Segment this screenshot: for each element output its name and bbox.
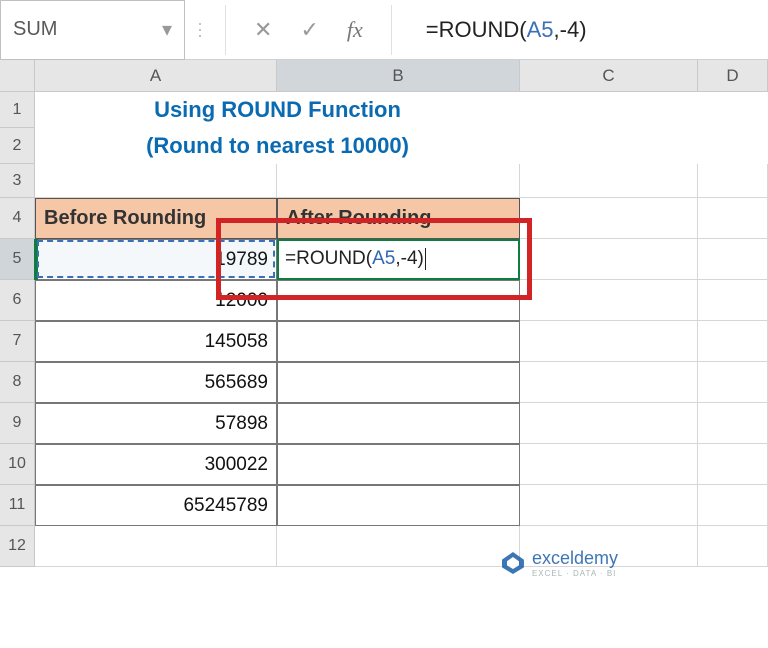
cell-D5[interactable]	[698, 239, 768, 280]
chevron-down-icon[interactable]: ▾	[162, 17, 172, 42]
cell-A10[interactable]: 300022	[35, 444, 277, 485]
cell-A8[interactable]: 565689	[35, 362, 277, 403]
column-header-C[interactable]: C	[520, 60, 698, 91]
row-header-2[interactable]: 2	[0, 128, 35, 164]
text-cursor	[425, 248, 426, 270]
divider	[391, 5, 392, 55]
row-11: 11 65245789	[0, 485, 768, 526]
cell-D11[interactable]	[698, 485, 768, 526]
formula-bar-buttons: ✕ ✓ fx	[236, 17, 381, 43]
row-6: 6 12000	[0, 280, 768, 321]
row-10: 10 300022	[0, 444, 768, 485]
formula-bar: SUM ▾ ✕ ✓ fx =ROUND(A5,-4)	[0, 0, 768, 60]
cell-C5[interactable]	[520, 239, 698, 280]
cell-C1[interactable]	[520, 92, 698, 128]
row-8: 8 565689	[0, 362, 768, 403]
watermark-sub: EXCEL · DATA · BI	[532, 569, 618, 578]
cell-B10[interactable]	[277, 444, 520, 485]
cell-A12[interactable]	[35, 526, 277, 567]
cell-B9[interactable]	[277, 403, 520, 444]
row-header-6[interactable]: 6	[0, 280, 35, 321]
cell-D1[interactable]	[698, 92, 768, 128]
cell-A7[interactable]: 145058	[35, 321, 277, 362]
cell-A5[interactable]: 19789	[35, 239, 277, 280]
cell-B5-editing[interactable]: =ROUND(A5,-4)	[277, 239, 520, 280]
fx-icon[interactable]: fx	[347, 17, 363, 43]
row-header-5[interactable]: 5	[0, 239, 35, 280]
row-header-11[interactable]: 11	[0, 485, 35, 526]
row-header-4[interactable]: 4	[0, 198, 35, 239]
row-12: 12	[0, 526, 768, 567]
cell-C2[interactable]	[520, 128, 698, 164]
divider	[225, 5, 226, 55]
cell-D2[interactable]	[698, 128, 768, 164]
row-header-10[interactable]: 10	[0, 444, 35, 485]
column-header-B[interactable]: B	[277, 60, 520, 91]
cell-A6[interactable]: 12000	[35, 280, 277, 321]
cell-C11[interactable]	[520, 485, 698, 526]
cell-C10[interactable]	[520, 444, 698, 485]
cell-D10[interactable]	[698, 444, 768, 485]
cell-C9[interactable]	[520, 403, 698, 444]
row-4: 4 Before Rounding After Rounding	[0, 198, 768, 239]
row5-active-marker	[34, 239, 38, 280]
header-after[interactable]: After Rounding	[277, 198, 520, 239]
row-3: 3	[0, 164, 768, 198]
watermark-name: exceldemy	[532, 548, 618, 569]
cell-A11[interactable]: 65245789	[35, 485, 277, 526]
title-line-2: (Round to nearest 10000)	[35, 128, 520, 164]
column-header-A[interactable]: A	[35, 60, 277, 91]
cell-D7[interactable]	[698, 321, 768, 362]
header-before[interactable]: Before Rounding	[35, 198, 277, 239]
cell-B6[interactable]	[277, 280, 520, 321]
row-header-7[interactable]: 7	[0, 321, 35, 362]
name-box[interactable]: SUM ▾	[0, 0, 185, 60]
row-9: 9 57898	[0, 403, 768, 444]
title-line-1: Using ROUND Function	[35, 92, 520, 128]
cell-A9[interactable]: 57898	[35, 403, 277, 444]
name-box-value: SUM	[13, 18, 57, 41]
cancel-icon[interactable]: ✕	[254, 17, 272, 43]
row-header-3[interactable]: 3	[0, 164, 35, 198]
spreadsheet-grid[interactable]: A B C D 1 Using ROUND Function 2 (Round …	[0, 60, 768, 567]
row-2: 2 (Round to nearest 10000)	[0, 128, 768, 164]
select-all-corner[interactable]	[0, 60, 35, 91]
watermark: exceldemy EXCEL · DATA · BI	[502, 548, 618, 578]
cell-D9[interactable]	[698, 403, 768, 444]
cell-C4[interactable]	[520, 198, 698, 239]
enter-check-icon[interactable]: ✓	[300, 17, 318, 43]
row-header-1[interactable]: 1	[0, 92, 35, 128]
cell-A3[interactable]	[35, 164, 277, 198]
column-header-D[interactable]: D	[698, 60, 768, 91]
cell-D12[interactable]	[698, 526, 768, 567]
row-header-12[interactable]: 12	[0, 526, 35, 567]
cell-C3[interactable]	[520, 164, 698, 198]
cell-D4[interactable]	[698, 198, 768, 239]
formula-input[interactable]: =ROUND(A5,-4)	[402, 17, 768, 43]
cell-B3[interactable]	[277, 164, 520, 198]
formula-bar-grip-icon	[185, 23, 215, 37]
column-headers: A B C D	[0, 60, 768, 92]
cell-B11[interactable]	[277, 485, 520, 526]
row-header-9[interactable]: 9	[0, 403, 35, 444]
row-7: 7 145058	[0, 321, 768, 362]
cell-B7[interactable]	[277, 321, 520, 362]
cell-B8[interactable]	[277, 362, 520, 403]
logo-icon	[502, 552, 524, 574]
cell-D3[interactable]	[698, 164, 768, 198]
cell-C8[interactable]	[520, 362, 698, 403]
cell-D8[interactable]	[698, 362, 768, 403]
cell-D6[interactable]	[698, 280, 768, 321]
cell-C6[interactable]	[520, 280, 698, 321]
cell-C7[interactable]	[520, 321, 698, 362]
row-header-8[interactable]: 8	[0, 362, 35, 403]
row-5: 5 19789 =ROUND(A5,-4)	[0, 239, 768, 280]
cell-B12[interactable]	[277, 526, 520, 567]
row-1: 1 Using ROUND Function	[0, 92, 768, 128]
